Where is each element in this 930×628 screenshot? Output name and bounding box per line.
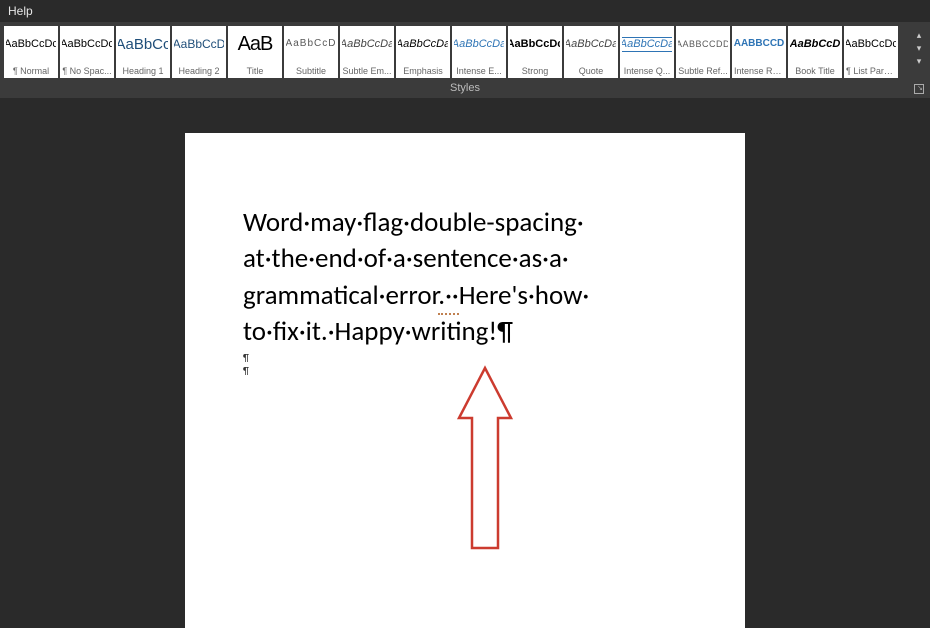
document-area: Word·may·flag·double-spacing· at·the·end… xyxy=(0,98,930,628)
page[interactable]: Word·may·flag·double-spacing· at·the·end… xyxy=(185,133,745,628)
style-label: Book Title xyxy=(790,66,840,76)
style-label: Emphasis xyxy=(398,66,448,76)
gallery-expand[interactable]: ▴ ▾ ▾ xyxy=(912,26,926,71)
styles-gallery: AaBbCcDc¶ NormalAaBbCcDc¶ No Spac...AaBb… xyxy=(4,26,908,78)
style-item-intense-re[interactable]: AABBCCD Intense Re... xyxy=(732,26,786,78)
style-item-intense-e[interactable]: AaBbCcDa Intense E... xyxy=(452,26,506,78)
style-sample: AaBbCcDc xyxy=(62,30,112,58)
style-sample: AaBbCcDc xyxy=(846,30,896,58)
style-label: Quote xyxy=(566,66,616,76)
text-line-1: Word·may·flag·double-spacing· xyxy=(243,206,584,239)
style-label: Heading 2 xyxy=(174,66,224,76)
style-label: Intense Q... xyxy=(622,66,672,76)
style-label: Intense Re... xyxy=(734,66,784,76)
style-item-book-title[interactable]: AaBbCcD Book Title xyxy=(788,26,842,78)
menu-bar: Help xyxy=(0,0,930,22)
style-sample: AaBbCc xyxy=(118,30,168,58)
style-item-intense-q[interactable]: AaBbCcDa Intense Q... xyxy=(620,26,674,78)
style-item-list-para[interactable]: AaBbCcDc ¶ List Para... xyxy=(844,26,898,78)
ribbon: AaBbCcDc¶ NormalAaBbCcDc¶ No Spac...AaBb… xyxy=(0,22,930,80)
grammar-error[interactable]: .·· xyxy=(438,279,458,315)
style-label: Title xyxy=(230,66,280,76)
styles-dialog-launcher[interactable]: ↘ xyxy=(914,84,924,94)
text-line-4: to·fix·it.·Happy·writing!¶ xyxy=(243,315,513,348)
text-line-3a: grammatical·error xyxy=(243,279,438,312)
style-item-subtitle[interactable]: AaBbCcD Subtitle xyxy=(284,26,338,78)
document-body[interactable]: Word·may·flag·double-spacing· at·the·end… xyxy=(243,205,687,351)
style-label: Strong xyxy=(510,66,560,76)
style-item-quote[interactable]: AaBbCcDa Quote xyxy=(564,26,618,78)
style-item-normal[interactable]: AaBbCcDc ¶ Normal xyxy=(4,26,58,78)
annotation-arrow-icon xyxy=(445,358,525,568)
text-line-3b: Here's·how· xyxy=(459,279,590,312)
style-item-subtle-em[interactable]: AaBbCcDa Subtle Em... xyxy=(340,26,394,78)
style-label: Subtle Em... xyxy=(342,66,392,76)
style-item-strong[interactable]: AaBbCcDc Strong xyxy=(508,26,562,78)
style-label: ¶ List Para... xyxy=(846,66,896,76)
style-sample: AABBCCD xyxy=(734,30,784,58)
style-label: ¶ Normal xyxy=(6,66,56,76)
style-item-subtle-ref[interactable]: AABBCCDD Subtle Ref... xyxy=(676,26,730,78)
style-sample: AaB xyxy=(230,30,280,58)
chevron-expand-icon: ▾ xyxy=(917,56,922,67)
style-label: Heading 1 xyxy=(118,66,168,76)
styles-group-label: Styles ↘ xyxy=(0,80,930,98)
chevron-down-icon: ▾ xyxy=(917,43,922,54)
style-sample: AaBbCcDa xyxy=(454,30,504,58)
style-sample: AaBbCcDa xyxy=(342,30,392,58)
style-sample: AaBbCcD xyxy=(790,30,840,58)
style-label: Intense E... xyxy=(454,66,504,76)
style-item-no-spac[interactable]: AaBbCcDc ¶ No Spac... xyxy=(60,26,114,78)
style-label: ¶ No Spac... xyxy=(62,66,112,76)
style-sample: AaBbCcD xyxy=(174,30,224,58)
style-label: Subtle Ref... xyxy=(678,66,728,76)
style-sample: AaBbCcDa xyxy=(566,30,616,58)
style-sample: AaBbCcDc xyxy=(6,30,56,58)
style-sample: AaBbCcDa xyxy=(622,30,672,58)
style-item-heading-2[interactable]: AaBbCcD Heading 2 xyxy=(172,26,226,78)
style-sample: AABBCCDD xyxy=(678,30,728,58)
style-label: Subtitle xyxy=(286,66,336,76)
style-sample: AaBbCcDa xyxy=(398,30,448,58)
help-menu[interactable]: Help xyxy=(8,4,33,18)
style-item-emphasis[interactable]: AaBbCcDa Emphasis xyxy=(396,26,450,78)
style-sample: AaBbCcDc xyxy=(510,30,560,58)
chevron-up-icon: ▴ xyxy=(917,30,922,41)
style-item-title[interactable]: AaB Title xyxy=(228,26,282,78)
style-sample: AaBbCcD xyxy=(286,30,336,58)
text-line-2: at·the·end·of·a·sentence·as·a· xyxy=(243,242,569,275)
style-item-heading-1[interactable]: AaBbCc Heading 1 xyxy=(116,26,170,78)
